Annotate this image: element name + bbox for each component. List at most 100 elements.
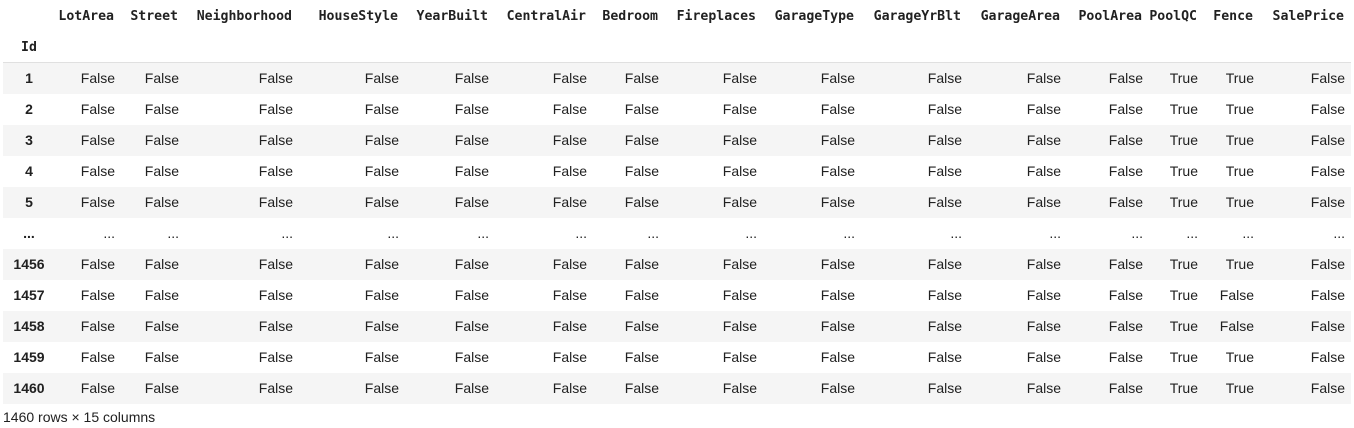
table-cell: False — [364, 70, 399, 87]
row-index-cell: 2 — [25, 101, 33, 117]
table-cell: False — [364, 101, 399, 117]
table-cell: False — [144, 101, 179, 117]
table-cell: False — [454, 132, 489, 148]
table-cell: False — [552, 318, 587, 334]
table-cell: True — [1169, 70, 1198, 87]
table-cell: False — [258, 70, 293, 87]
table-cell: False — [1026, 287, 1061, 303]
table-cell: False — [454, 101, 489, 117]
table-cell: ... — [477, 225, 489, 241]
table-cell: True — [1169, 256, 1198, 272]
dataframe-table: LotArea Street Neighborhood HouseStyle YearB… — [3, 0, 1351, 404]
table-cell: False — [552, 256, 587, 272]
column-header-garagearea: GarageArea — [980, 8, 1060, 24]
table-cell: False — [820, 349, 855, 365]
table-cell: False — [454, 194, 489, 210]
table-cell: False — [624, 101, 659, 117]
index-name-filler — [55, 32, 121, 63]
table-cell: False — [722, 318, 757, 334]
table-row: 3 False False False False False False False Fals… — [3, 124, 1351, 156]
table-cell: True — [1169, 349, 1198, 365]
table-cell: False — [258, 256, 293, 272]
table-cell: False — [144, 132, 179, 148]
column-header-garageyrblt: GarageYrBlt — [873, 8, 961, 24]
table-cell: False — [144, 163, 179, 179]
table-cell: False — [624, 318, 659, 334]
table-cell: False — [364, 163, 399, 179]
table-cell: False — [364, 194, 399, 210]
index-name-filler — [185, 32, 299, 63]
table-cell: ... — [950, 225, 962, 241]
table-cell: False — [1310, 70, 1345, 87]
table-cell: False — [927, 132, 962, 148]
row-index-cell: 1 — [25, 70, 33, 87]
table-row: 1457 False False False False False False False F… — [3, 279, 1351, 311]
table-row: 1459 False False False False False False False F… — [3, 341, 1351, 373]
table-cell: False — [624, 287, 659, 303]
ellipsis-row: ........................................… — [3, 217, 1351, 249]
table-cell: False — [552, 380, 587, 396]
table-cell: False — [1310, 380, 1345, 396]
row-index-cell: 4 — [25, 163, 33, 179]
table-cell: False — [820, 287, 855, 303]
row-index-cell: 1458 — [13, 318, 45, 334]
table-cell: False — [144, 256, 179, 272]
table-cell: False — [820, 318, 855, 334]
table-cell: False — [80, 163, 115, 179]
table-cell: False — [1108, 256, 1143, 272]
table-cell: True — [1225, 256, 1254, 272]
table-cell: True — [1169, 380, 1198, 396]
table-cell: False — [1108, 380, 1143, 396]
index-name-filler — [665, 32, 763, 63]
table-cell: False — [144, 349, 179, 365]
table-cell: False — [1310, 318, 1345, 334]
dataframe-shape-caption: 1460 rows × 15 columns — [3, 409, 156, 425]
table-cell: False — [1026, 132, 1061, 148]
column-header-yearbuilt: YearBuilt — [416, 8, 488, 24]
table-cell: False — [1310, 194, 1345, 210]
column-header-street: Street — [130, 8, 178, 24]
table-cell: ... — [103, 225, 115, 241]
table-cell: False — [258, 318, 293, 334]
table-cell: False — [144, 70, 179, 87]
table-cell: False — [624, 349, 659, 365]
table-cell: ... — [843, 225, 855, 241]
table-cell: False — [722, 70, 757, 87]
table-cell: False — [552, 101, 587, 117]
table-cell: False — [820, 132, 855, 148]
index-name-filler — [968, 32, 1067, 63]
column-header-fireplaces: Fireplaces — [676, 8, 756, 24]
table-cell: False — [820, 163, 855, 179]
table-cell: False — [1310, 101, 1345, 117]
table-cell: False — [1026, 163, 1061, 179]
index-name-filler — [1204, 32, 1260, 63]
table-cell: False — [722, 132, 757, 148]
table-cell: False — [1108, 318, 1143, 334]
table-cell: False — [364, 380, 399, 396]
table-cell: False — [80, 380, 115, 396]
row-index-cell: ... — [23, 225, 35, 241]
table-cell: True — [1169, 163, 1198, 179]
table-cell: False — [1026, 380, 1061, 396]
row-index-cell: 1460 — [13, 380, 45, 396]
table-cell: False — [1108, 163, 1143, 179]
table-cell: False — [454, 287, 489, 303]
row-index-cell: 1457 — [13, 287, 45, 303]
table-cell: ... — [1333, 225, 1345, 241]
table-cell: True — [1169, 318, 1198, 334]
table-cell: False — [1026, 70, 1061, 87]
table-cell: False — [1026, 256, 1061, 272]
table-cell: False — [722, 163, 757, 179]
table-cell: False — [258, 349, 293, 365]
column-header-poolqc: PoolQC — [1149, 8, 1197, 24]
table-cell: False — [80, 101, 115, 117]
table-cell: False — [927, 287, 962, 303]
table-cell: False — [927, 194, 962, 210]
index-name-filler — [763, 32, 861, 63]
table-cell: False — [1108, 349, 1143, 365]
table-cell: False — [80, 349, 115, 365]
table-cell: False — [454, 163, 489, 179]
table-cell: True — [1169, 101, 1198, 117]
column-header-neighborhood: Neighborhood — [196, 8, 292, 24]
table-cell: False — [80, 70, 115, 87]
